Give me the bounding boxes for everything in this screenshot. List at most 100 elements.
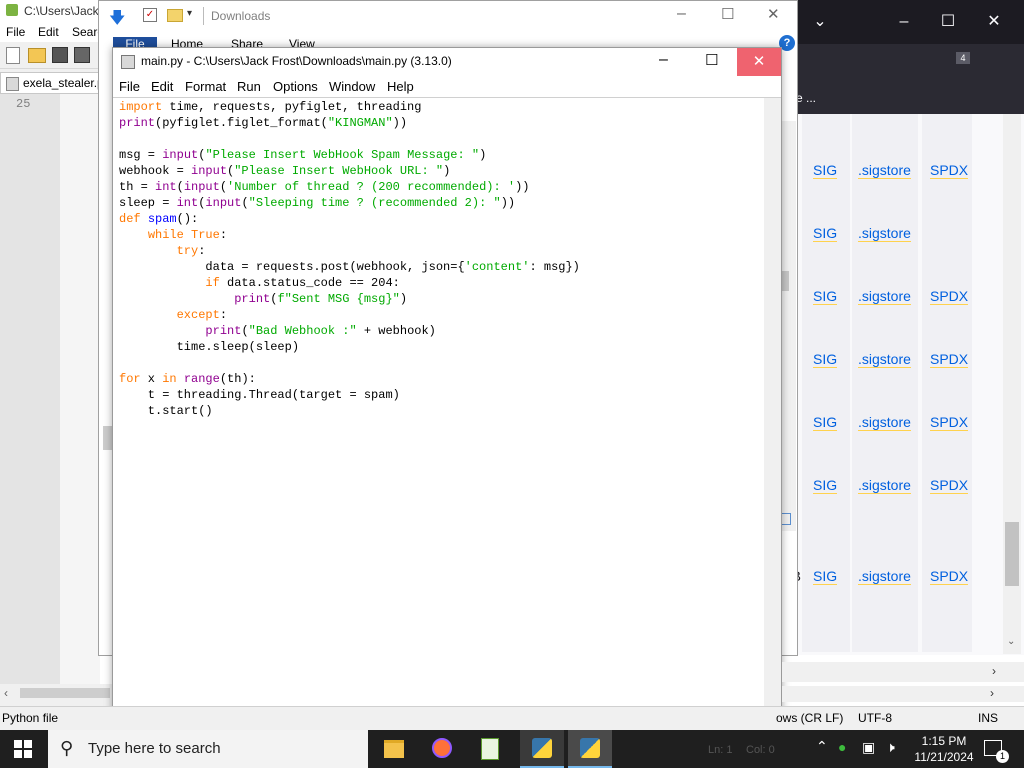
maximize-icon[interactable]: ☐ [928, 2, 968, 42]
code-line: print(f"Sent MSG {msg}") [234, 292, 408, 306]
save-icon[interactable] [52, 47, 68, 63]
user-network-icon[interactable]: ● [838, 739, 846, 755]
save-all-icon[interactable] [74, 47, 90, 63]
chevron-down-icon[interactable]: ⌄ [800, 2, 840, 42]
explorer-title: Downloads [211, 9, 271, 23]
extension-badge: 4 [956, 52, 970, 64]
column-spacer [976, 114, 1002, 652]
taskbar-search[interactable]: ⚲ Type here to search [48, 730, 368, 768]
sig-link[interactable]: SIG [813, 225, 838, 242]
close-icon[interactable]: ✕ [767, 5, 780, 23]
network-icon[interactable]: ▣ [862, 739, 875, 756]
new-file-icon[interactable] [6, 47, 20, 64]
scroll-down-icon[interactable]: ⌄ [1007, 636, 1015, 647]
sigstore-link[interactable]: .sigstore [858, 351, 911, 368]
python-file-icon [121, 55, 135, 69]
sig-link[interactable]: SIG [813, 162, 838, 179]
bookmarks-bar: e ... [796, 84, 1024, 114]
idle-menu-options[interactable]: Options [273, 79, 318, 94]
idle-scrollbar[interactable] [764, 98, 781, 729]
npp-statusbar: Python file ows (CR LF) UTF-8 INS [0, 706, 1024, 731]
code-line: except: [176, 308, 228, 322]
npp-editor[interactable]: 25 [0, 94, 112, 684]
sigstore-link[interactable]: .sigstore [858, 568, 911, 585]
windows-start-icon[interactable] [14, 740, 32, 758]
bookmark-item[interactable]: e ... [796, 91, 816, 105]
sigstore-link[interactable]: .sigstore [858, 162, 911, 179]
python-idle-icon[interactable] [520, 730, 564, 768]
open-folder-icon[interactable] [28, 48, 46, 63]
spdx-link[interactable]: SPDX [930, 288, 969, 305]
spdx-link[interactable]: SPDX [930, 414, 969, 431]
notification-badge: 1 [996, 750, 1009, 763]
sigstore-link[interactable]: .sigstore [858, 225, 911, 242]
sigstore-link[interactable]: .sigstore [858, 477, 911, 494]
minimize-icon[interactable]: – [659, 51, 668, 69]
taskbar: ⚲ Type here to search Ln: 1 Col: 0 ⌃ ● ▣… [0, 730, 1024, 768]
file-explorer-icon[interactable] [372, 730, 416, 768]
sig-link[interactable]: SIG [813, 568, 838, 585]
chevron-up-icon[interactable]: ⌃ [816, 738, 828, 755]
close-icon[interactable]: ✕ [974, 2, 1014, 42]
spdx-link[interactable]: SPDX [930, 477, 969, 494]
idle-menu-edit[interactable]: Edit [151, 79, 173, 94]
sigstore-link[interactable]: .sigstore [858, 414, 911, 431]
ribbon-tab-file[interactable]: File [113, 37, 157, 47]
firefox-scrollbar[interactable]: ⌄ [1003, 114, 1021, 654]
idle-menu-help[interactable]: Help [387, 79, 414, 94]
firefox-window: ⌄ – ☐ ✕ ◯ ↧ ◉ ❖ ▼ 4 ☰ e ... SIG .sigstor… [780, 0, 1024, 655]
sigstore-link[interactable]: .sigstore [858, 288, 911, 305]
spdx-link[interactable]: SPDX [930, 351, 969, 368]
firefox-toolbar: ◯ ↧ ◉ ❖ ▼ 4 ☰ [796, 44, 1024, 116]
close-icon[interactable]: ✕ [737, 48, 781, 76]
idle-status-ln: Ln: 1 [708, 744, 733, 756]
clock-time[interactable]: 1:15 PM [916, 734, 972, 748]
code-editor[interactable]: import time, requests, pyfiglet, threadi… [119, 99, 759, 729]
volume-icon[interactable]: 🕨 [886, 739, 895, 756]
spdx-link[interactable]: SPDX [930, 162, 969, 179]
code-line: webhook = input("Please Insert WebHook U… [119, 164, 451, 178]
customize-qat-icon[interactable]: ▾ [187, 8, 192, 19]
maximize-icon[interactable]: ☐ [705, 51, 718, 69]
ribbon-tab-share[interactable]: Share [231, 37, 263, 47]
firefox-scrollbar-thumb[interactable] [1005, 522, 1019, 586]
firefox-bottom-scroll[interactable]: › [782, 662, 1024, 682]
idle-title: main.py - C:\Users\Jack Frost\Downloads\… [141, 54, 452, 68]
idle-menu-format[interactable]: Format [185, 79, 226, 94]
notepadpp-icon[interactable] [468, 730, 512, 768]
minimize-icon[interactable]: – [677, 5, 686, 23]
new-folder-icon[interactable] [167, 9, 183, 22]
npp-toolbar [0, 42, 112, 69]
sig-link[interactable]: SIG [813, 351, 838, 368]
sig-link[interactable]: SIG [813, 414, 838, 431]
npp-hscroll-thumb[interactable] [20, 688, 110, 698]
idle-menu-file[interactable]: File [119, 79, 140, 94]
npp-menu-file[interactable]: File [6, 25, 25, 39]
npp-menu-edit[interactable]: Edit [38, 25, 59, 39]
ribbon-tab-home[interactable]: Home [171, 37, 203, 47]
npp-tab[interactable]: exela_stealer.p [0, 72, 112, 94]
maximize-icon[interactable]: ☐ [721, 5, 734, 23]
idle-menu-window[interactable]: Window [329, 79, 375, 94]
code-line: t.start() [119, 404, 213, 418]
minimize-icon[interactable]: – [884, 2, 924, 42]
scroll-right-icon[interactable]: › [990, 686, 994, 700]
idle-menubar: File Edit Format Run Options Window Help [113, 76, 781, 98]
status-encoding: UTF-8 [858, 711, 892, 725]
clock-date[interactable]: 11/21/2024 [908, 750, 980, 764]
spdx-link[interactable]: SPDX [930, 568, 969, 585]
idle-titlebar: main.py - C:\Users\Jack Frost\Downloads\… [113, 48, 781, 76]
properties-icon[interactable]: ✓ [143, 8, 157, 22]
scroll-left-icon[interactable]: ‹ [4, 686, 8, 700]
title-divider [203, 7, 204, 25]
scroll-right-icon[interactable]: › [992, 664, 996, 678]
firefox-icon[interactable] [420, 730, 464, 768]
sig-link[interactable]: SIG [813, 288, 838, 305]
sig-link[interactable]: SIG [813, 477, 838, 494]
npp-hscroll[interactable]: ‹ [0, 684, 112, 702]
python-shell-icon[interactable] [568, 730, 612, 768]
npp-title: C:\Users\Jack [24, 4, 99, 18]
npp-hscroll-right[interactable]: › [782, 686, 1024, 702]
ribbon-tab-view[interactable]: View [289, 37, 315, 47]
idle-menu-run[interactable]: Run [237, 79, 261, 94]
